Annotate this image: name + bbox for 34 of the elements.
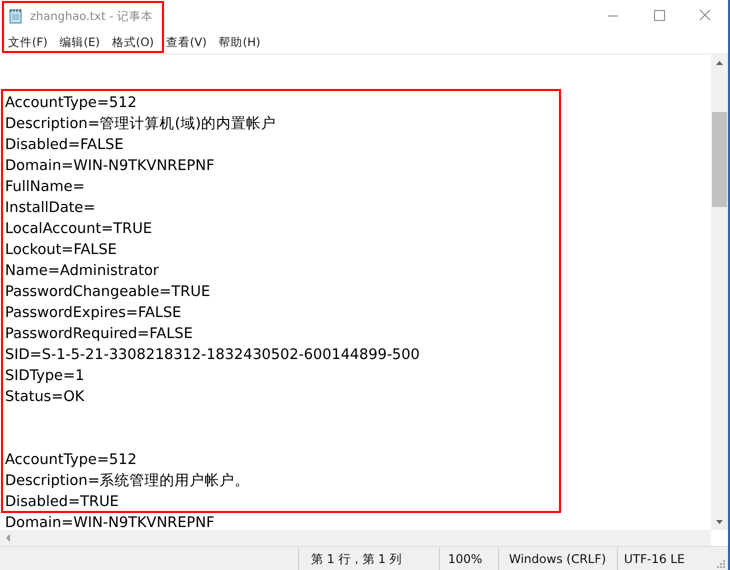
text-line: FullName=: [5, 178, 86, 197]
text-line: Disabled=FALSE: [5, 136, 125, 155]
text-line: Status=OK: [5, 388, 86, 407]
text-line: PasswordRequired=FALSE: [5, 325, 194, 344]
text-line: AccountType=512: [5, 451, 138, 470]
text-line: Description=管理计算机(域)的内置帐户: [5, 115, 278, 134]
status-text: 100%: [439, 548, 498, 570]
horizontal-scrollbar[interactable]: [0, 530, 711, 546]
menu-item[interactable]: 编辑(E): [54, 35, 106, 50]
menu-item[interactable]: 文件(F): [2, 35, 54, 50]
menu-item[interactable]: 帮助(H): [212, 35, 266, 50]
text-line: Name=Administrator: [5, 262, 160, 281]
text-line: Description=系统管理的用户帐户。: [5, 472, 251, 491]
vertical-scrollbar[interactable]: [711, 55, 728, 530]
window-title: zhanghao.txt - 记事本: [30, 8, 154, 24]
menu-item[interactable]: 格式(O): [106, 35, 160, 50]
status-text: UTF-16 LE: [617, 548, 685, 570]
resize-grip-icon[interactable]: [714, 557, 726, 569]
status-text: 第 1 行，第 1 列: [298, 548, 439, 570]
text-line: SID=S-1-5-21-3308218312-1832430502-600144899-500: [5, 346, 421, 365]
text-line: Disabled=TRUE: [5, 493, 120, 512]
text-line: Domain=WIN-N9TKVNREPNF: [5, 514, 216, 530]
text-line: AccountType=512: [5, 94, 138, 113]
text-line: PasswordExpires=FALSE: [5, 304, 182, 323]
scroll-thumb[interactable]: [712, 112, 727, 207]
text-line: Domain=WIN-N9TKVNREPNF: [5, 157, 216, 176]
text-line: SIDType=1: [5, 367, 86, 386]
text-line: Lockout=FALSE: [5, 241, 118, 260]
text-line: LocalAccount=TRUE: [5, 220, 153, 239]
status-text: Windows (CRLF): [498, 548, 617, 570]
notepad-icon: [8, 8, 24, 24]
text-line: InstallDate=: [5, 199, 96, 218]
text-line: PasswordChangeable=TRUE: [5, 283, 212, 302]
menu-item[interactable]: 查看(V): [160, 35, 213, 50]
